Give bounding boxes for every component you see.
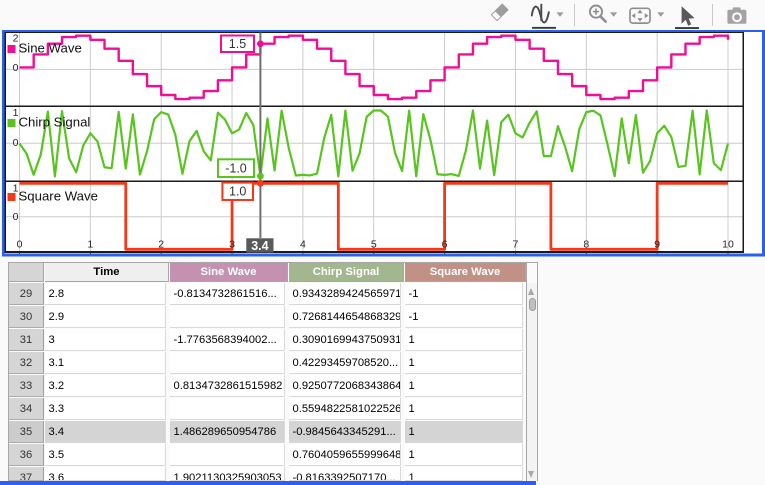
svg-text:Square Wave: Square Wave xyxy=(19,189,98,204)
svg-text:Chirp Signal: Chirp Signal xyxy=(19,115,91,130)
svg-text:Sine Wave: Sine Wave xyxy=(19,41,82,56)
svg-text:-1.0: -1.0 xyxy=(225,161,247,175)
svg-text:0: 0 xyxy=(13,211,19,223)
svg-text:1.5: 1.5 xyxy=(229,37,246,51)
svg-text:10: 10 xyxy=(722,238,734,250)
svg-text:2: 2 xyxy=(158,238,164,250)
svg-text:0: 0 xyxy=(17,238,23,250)
svg-text:8: 8 xyxy=(583,238,589,250)
svg-text:9: 9 xyxy=(654,238,660,250)
svg-text:5: 5 xyxy=(371,238,377,250)
svg-text:6: 6 xyxy=(442,238,448,250)
svg-text:0: 0 xyxy=(13,62,19,74)
svg-text:1.0: 1.0 xyxy=(229,185,246,199)
svg-text:7: 7 xyxy=(513,238,519,250)
svg-text:3.4: 3.4 xyxy=(251,239,268,253)
svg-text:3: 3 xyxy=(229,238,235,250)
svg-text:4: 4 xyxy=(300,238,306,250)
svg-text:0: 0 xyxy=(13,137,19,149)
svg-text:1: 1 xyxy=(87,238,93,250)
